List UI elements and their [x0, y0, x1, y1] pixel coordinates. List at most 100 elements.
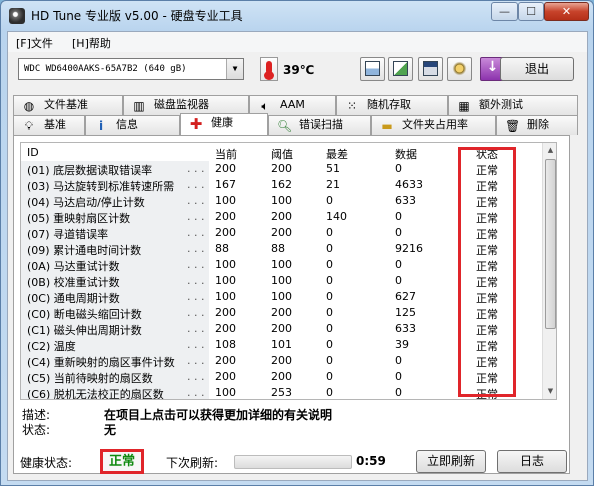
random-access-icon: ⁙ — [346, 99, 358, 113]
cell-worst: 0 — [326, 290, 333, 303]
table-scrollbar[interactable]: ▲ ▼ — [542, 143, 556, 399]
tab-label: 随机存取 — [367, 98, 411, 111]
health-status-label: 健康状态: — [20, 456, 73, 470]
file-benchmark-icon: ◍ — [23, 99, 35, 113]
options-icon — [452, 61, 467, 76]
copy-text-button[interactable] — [360, 57, 385, 81]
drive-select[interactable]: WDC WD6400AAKS-65A7B2 (640 gB) ▼ — [18, 58, 244, 80]
tab-delete[interactable]: 🗑︎ 删除 — [496, 115, 578, 135]
download-icon: ↓ — [486, 59, 499, 75]
health-status-value: 正常 — [100, 449, 144, 474]
smart-table: ID 当前 阈值 最差 数据 状态 (01) 底层数据读取错误率 200 200 51… — [20, 142, 557, 400]
truncation-dots: . . . — [187, 290, 205, 303]
cell-worst: 21 — [326, 178, 340, 191]
cell-worst: 0 — [326, 194, 333, 207]
truncation-dots: . . . — [187, 242, 205, 255]
scroll-thumb[interactable] — [545, 159, 556, 329]
cell-id: (C4) 重新映射的扇区事件计数 — [27, 356, 175, 369]
save-button[interactable] — [418, 57, 443, 81]
thermometer-icon — [260, 57, 278, 81]
cell-worst: 0 — [326, 258, 333, 271]
tab-folder-usage[interactable]: ▬ 文件夹占用率 — [371, 115, 496, 135]
cell-data: 39 — [395, 338, 409, 351]
cell-data: 125 — [395, 306, 416, 319]
truncation-dots: . . . — [187, 370, 205, 383]
cell-id: (0C) 通电周期计数 — [27, 292, 120, 305]
save-icon — [423, 61, 438, 76]
cell-data: 0 — [395, 258, 402, 271]
cell-worst: 0 — [326, 242, 333, 255]
title-bar: HD Tune 专业版 v5.00 - 硬盘专业工具 — ☐ ✕ — [1, 1, 593, 31]
cell-data: 0 — [395, 226, 402, 239]
cell-threshold: 100 — [271, 290, 292, 303]
cell-data: 633 — [395, 194, 416, 207]
tab-extra-tests[interactable]: ▦ 额外测试 — [448, 95, 578, 115]
close-button[interactable]: ✕ — [544, 2, 589, 21]
truncation-dots: . . . — [187, 226, 205, 239]
column-current[interactable]: 当前 — [215, 146, 237, 162]
tab-info[interactable]: i 信息 — [85, 115, 180, 135]
column-threshold[interactable]: 阈值 — [271, 146, 293, 162]
cell-id: (0A) 马达重试计数 — [27, 260, 120, 273]
tab-label: 信息 — [116, 118, 138, 131]
cell-threshold: 200 — [271, 370, 292, 383]
tab-label: 文件夹占用率 — [402, 118, 468, 131]
cell-current: 200 — [215, 370, 236, 383]
cell-current: 200 — [215, 322, 236, 335]
column-data[interactable]: 数据 — [395, 146, 417, 162]
cell-id: (03) 马达旋转到标准转速所需 — [27, 180, 175, 193]
toolbar: WDC WD6400AAKS-65A7B2 (640 gB) ▼ 39℃ ↓ 退… — [8, 54, 587, 88]
truncation-dots: . . . — [187, 162, 205, 175]
menu-help[interactable]: [H]帮助 — [72, 35, 111, 51]
menu-file[interactable]: [F]文件 — [16, 35, 53, 51]
speaker-icon: 🔈︎ — [261, 99, 269, 113]
cell-threshold: 162 — [271, 178, 292, 191]
health-panel: ID 当前 阈值 最差 数据 状态 (01) 底层数据读取错误率 200 200 51… — [13, 135, 570, 474]
tab-error-scan[interactable]: 🔍︎ 错误扫描 — [268, 115, 371, 135]
health-cross-icon: ✚ — [189, 115, 203, 133]
tab-label: AAM — [280, 98, 305, 111]
tab-label: 文件基准 — [44, 98, 88, 111]
truncation-dots: . . . — [187, 322, 205, 335]
maximize-button[interactable]: ☐ — [518, 2, 544, 21]
cell-id: (C1) 磁头伸出周期计数 — [27, 324, 142, 337]
cell-id: (C2) 温度 — [27, 340, 76, 353]
options-button[interactable] — [447, 57, 472, 81]
cell-current: 200 — [215, 306, 236, 319]
tab-health[interactable]: ✚ 健康 — [180, 113, 268, 135]
tab-disk-monitor[interactable]: ▥ 磁盘监视器 — [123, 95, 249, 115]
cell-threshold: 200 — [271, 322, 292, 335]
exit-button[interactable]: 退出 — [500, 57, 574, 81]
info-icon: i — [98, 119, 104, 133]
cell-worst: 0 — [326, 306, 333, 319]
scroll-up-icon[interactable]: ▲ — [543, 143, 556, 158]
magnifier-icon: 🔍︎ — [277, 119, 293, 133]
chevron-down-icon[interactable]: ▼ — [226, 59, 243, 79]
tab-aam[interactable]: 🔈︎ AAM — [249, 95, 336, 115]
tab-benchmark[interactable]: 💡︎ 基准 — [13, 115, 85, 135]
cell-id: (07) 寻道错误率 — [27, 228, 109, 241]
minimize-button[interactable]: — — [491, 2, 518, 21]
cell-data: 4633 — [395, 178, 423, 191]
log-button[interactable]: 日志 — [497, 450, 567, 473]
cell-worst: 0 — [326, 338, 333, 351]
cell-worst: 0 — [326, 370, 333, 383]
cell-data: 0 — [395, 162, 402, 175]
cell-worst: 0 — [326, 354, 333, 367]
truncation-dots: . . . — [187, 178, 205, 191]
refresh-now-button[interactable]: 立即刷新 — [416, 450, 486, 473]
cell-id: (01) 底层数据读取错误率 — [27, 164, 153, 177]
tab-label: 健康 — [211, 116, 233, 129]
cell-data: 9216 — [395, 242, 423, 255]
cell-id: (C5) 当前待映射的扇区数 — [27, 372, 153, 385]
column-id[interactable]: ID — [27, 146, 39, 159]
cell-current: 200 — [215, 162, 236, 175]
tab-file-benchmark[interactable]: ◍ 文件基准 — [13, 95, 123, 115]
truncation-dots: . . . — [187, 258, 205, 271]
copy-info-button[interactable] — [388, 57, 413, 81]
cell-current: 200 — [215, 210, 236, 223]
column-worst[interactable]: 最差 — [326, 146, 348, 162]
scroll-down-icon[interactable]: ▼ — [543, 384, 556, 399]
menu-bar: [F]文件 [H]帮助 — [8, 32, 587, 52]
tab-random-access[interactable]: ⁙ 随机存取 — [336, 95, 448, 115]
